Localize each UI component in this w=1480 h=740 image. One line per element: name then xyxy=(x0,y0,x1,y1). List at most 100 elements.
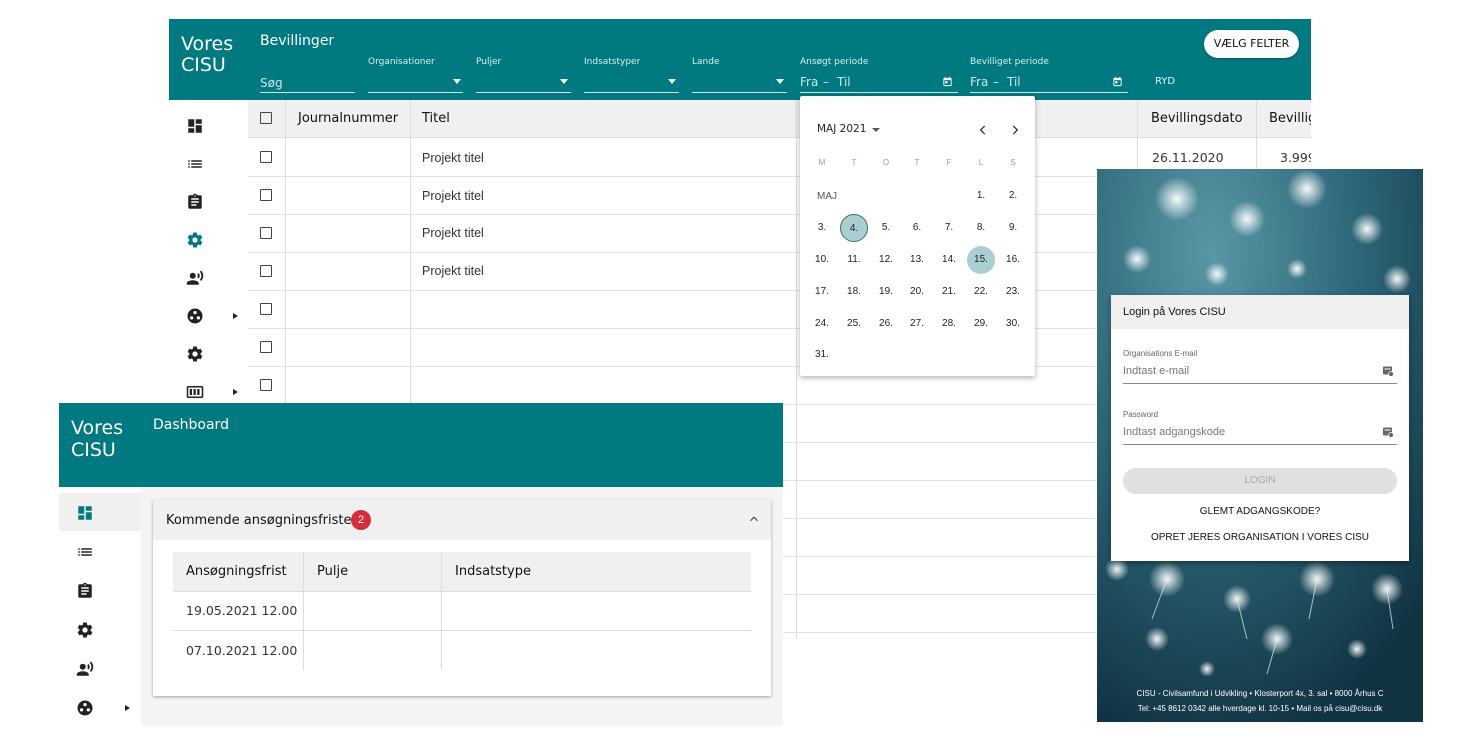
record-voice-icon[interactable] xyxy=(76,660,94,678)
calendar-day[interactable]: 20. xyxy=(903,278,931,306)
page-title: Bevillinger xyxy=(260,33,335,49)
calendar-day[interactable]: 1. xyxy=(967,182,995,210)
select-fields-button[interactable]: VÆLG FELTER xyxy=(1204,30,1299,58)
row-granted-amount: 3.999 xyxy=(1280,150,1311,165)
create-organisation-link[interactable]: OPRET JERES ORGANISATION I VORES CISU xyxy=(1111,532,1409,543)
password-input[interactable]: Indtast adgangskode xyxy=(1123,426,1225,438)
row-checkbox[interactable] xyxy=(260,341,272,353)
deadlines-panel-header[interactable]: Kommende ansøgningsfrister 2 xyxy=(153,500,771,540)
admin-settings-icon[interactable] xyxy=(186,345,204,363)
row-checkbox[interactable] xyxy=(260,303,272,315)
chevron-right-icon[interactable] xyxy=(1008,123,1022,137)
team-icon[interactable] xyxy=(76,699,94,717)
weekday-label: F xyxy=(946,158,952,167)
login-button[interactable]: LOGIN xyxy=(1123,468,1397,494)
calendar-month-label[interactable]: MAJ 2021 xyxy=(817,123,866,135)
calendar-day[interactable]: 25. xyxy=(840,310,868,338)
row-checkbox[interactable] xyxy=(260,265,272,277)
login-card: Login på Vores CISU Organisations E-mail… xyxy=(1111,295,1409,561)
calendar-day[interactable]: 6. xyxy=(903,214,931,242)
calendar-day[interactable]: 9. xyxy=(999,214,1027,242)
calendar-day[interactable]: 10. xyxy=(808,246,836,274)
filter-countries-select[interactable] xyxy=(692,77,787,93)
calendar-day[interactable]: 18. xyxy=(840,278,868,306)
calendar-day[interactable]: 24. xyxy=(808,310,836,338)
calendar-day[interactable]: 17. xyxy=(808,278,836,306)
filter-intervention-types-select[interactable] xyxy=(584,77,679,93)
calendar-day[interactable]: 16. xyxy=(999,246,1027,274)
calendar-day[interactable]: 27. xyxy=(903,310,931,338)
row-title[interactable]: Projekt titel xyxy=(422,226,484,240)
column-header-granted[interactable]: Bevillige xyxy=(1269,100,1311,138)
calendar-day[interactable]: 31. xyxy=(808,341,836,369)
calendar-day[interactable]: 19. xyxy=(872,278,900,306)
logo[interactable]: Vores CISU xyxy=(59,403,141,487)
column-header-journal[interactable]: Journalnummer xyxy=(298,100,398,138)
row-checkbox[interactable] xyxy=(260,227,272,239)
clipboard-icon[interactable] xyxy=(186,193,204,211)
row-title[interactable]: Projekt titel xyxy=(422,151,484,165)
header-bar: Dashboard xyxy=(141,403,783,487)
dashboard-icon[interactable] xyxy=(186,117,204,135)
list-icon[interactable] xyxy=(76,543,94,561)
column-header-title[interactable]: Titel xyxy=(422,100,450,138)
month-dropdown-icon[interactable] xyxy=(872,128,880,132)
calendar-month-short: MAJ xyxy=(817,191,837,202)
calendar-day[interactable]: 28. xyxy=(935,310,963,338)
email-input[interactable]: Indtast e-mail xyxy=(1123,365,1189,377)
calendar-day[interactable]: 2. xyxy=(999,182,1027,210)
calendar-day[interactable]: 14. xyxy=(935,246,963,274)
forgot-password-link[interactable]: GLEMT ADGANGSKODE? xyxy=(1111,506,1409,517)
password-manager-icon[interactable] xyxy=(1382,426,1394,438)
column-header-deadline[interactable]: Ansøgningsfrist xyxy=(186,552,287,592)
calendar-day[interactable]: 22. xyxy=(967,278,995,306)
column-header-intervention-type[interactable]: Indsatstype xyxy=(455,552,531,592)
calendar-day[interactable]: 29. xyxy=(967,310,995,338)
calendar-day[interactable]: 3. xyxy=(808,214,836,242)
calendar-day[interactable]: 13. xyxy=(903,246,931,274)
expand-caret-icon[interactable] xyxy=(233,389,238,395)
logo-text-line2: CISU xyxy=(71,439,116,461)
calendar-icon[interactable] xyxy=(1112,76,1123,87)
calendar-day-selected[interactable]: 15. xyxy=(967,246,995,274)
chevron-left-icon[interactable] xyxy=(976,123,990,137)
filter-organisations-select[interactable] xyxy=(368,77,463,93)
settings-icon[interactable] xyxy=(186,231,204,249)
calendar-day[interactable]: 5. xyxy=(872,214,900,242)
dashboard-icon[interactable] xyxy=(76,504,94,522)
row-checkbox[interactable] xyxy=(260,189,272,201)
filter-label-intervention-types: Indsatstyper xyxy=(584,57,641,67)
calendar-day[interactable]: 23. xyxy=(999,278,1027,306)
calendar-icon[interactable] xyxy=(942,76,953,87)
filter-pools-select[interactable] xyxy=(476,77,571,93)
row-title[interactable]: Projekt titel xyxy=(422,264,484,278)
clear-filters-button[interactable]: RYD xyxy=(1155,76,1175,87)
list-icon[interactable] xyxy=(186,155,204,173)
calendar-day[interactable]: 8. xyxy=(967,214,995,242)
expand-caret-icon[interactable] xyxy=(233,313,238,319)
record-voice-icon[interactable] xyxy=(186,269,204,287)
calendar-day[interactable]: 11. xyxy=(840,246,868,274)
login-screen: Login på Vores CISU Organisations E-mail… xyxy=(1097,169,1423,722)
deadline-cell: 19.05.2021 12.00 xyxy=(186,603,298,618)
team-icon[interactable] xyxy=(186,307,204,325)
calendar-day[interactable]: 26. xyxy=(872,310,900,338)
expand-caret-icon[interactable] xyxy=(125,705,130,711)
calendar-day[interactable]: 7. xyxy=(935,214,963,242)
counter-icon[interactable] xyxy=(186,383,204,401)
column-header-grant-date[interactable]: Bevillingsdato xyxy=(1151,100,1243,138)
password-manager-icon[interactable] xyxy=(1382,365,1394,377)
column-header-pool[interactable]: Pulje xyxy=(317,552,348,592)
settings-icon[interactable] xyxy=(76,621,94,639)
logo[interactable]: Vores CISU xyxy=(169,19,248,100)
calendar-day[interactable]: 30. xyxy=(999,310,1027,338)
calendar-day[interactable]: 21. xyxy=(935,278,963,306)
calendar-day-today[interactable]: 4. xyxy=(840,214,868,242)
row-title[interactable]: Projekt titel xyxy=(422,189,484,203)
clipboard-icon[interactable] xyxy=(76,582,94,600)
select-all-checkbox[interactable] xyxy=(260,112,272,124)
chevron-up-icon[interactable] xyxy=(747,512,761,526)
row-checkbox[interactable] xyxy=(260,151,272,163)
row-checkbox[interactable] xyxy=(260,379,272,391)
calendar-day[interactable]: 12. xyxy=(872,246,900,274)
